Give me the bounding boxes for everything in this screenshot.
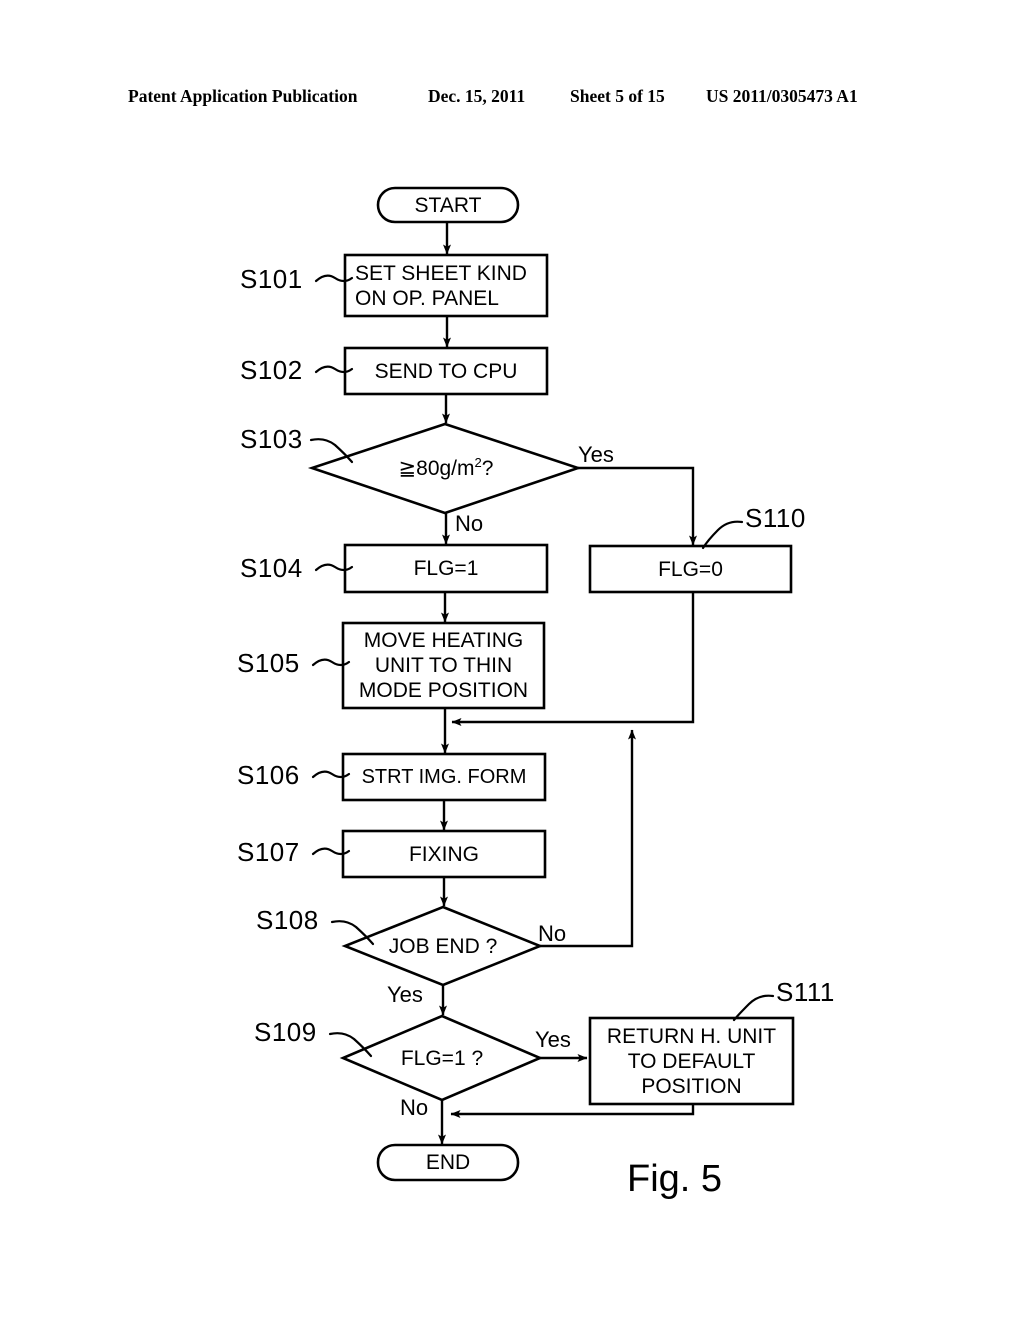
s108-decision-shape: [341, 905, 544, 987]
s102-process-shape: [343, 346, 549, 396]
s104-process-shape: [343, 543, 549, 594]
leader-s104: [314, 563, 354, 572]
s105-process-shape: [341, 621, 546, 710]
connector-s108-no-to-merge: [540, 729, 636, 948]
leader-s109: [328, 1032, 373, 1058]
connector-s110-to-merge: [451, 592, 695, 726]
start-terminal-shape: [376, 186, 520, 224]
leader-s110: [701, 520, 744, 550]
flowchart-diagram: [307, 186, 795, 1182]
s106-process-shape: [341, 752, 547, 802]
s103-decision-shape: [307, 422, 583, 515]
s110-process-shape: [588, 544, 793, 594]
connector-s103-yes-to-s110: [578, 466, 697, 546]
s111-process-shape: [588, 1016, 795, 1106]
leader-s101: [314, 274, 354, 283]
connector-s111-to-end-merge: [450, 1104, 695, 1118]
leader-s108: [330, 920, 375, 946]
leader-s102: [314, 365, 354, 374]
leader-s111: [732, 994, 775, 1022]
leader-s103: [309, 438, 354, 464]
s107-process-shape: [341, 829, 547, 879]
s101-process-shape: [343, 253, 549, 318]
s109-decision-shape: [339, 1014, 544, 1102]
end-terminal-shape: [376, 1143, 520, 1182]
